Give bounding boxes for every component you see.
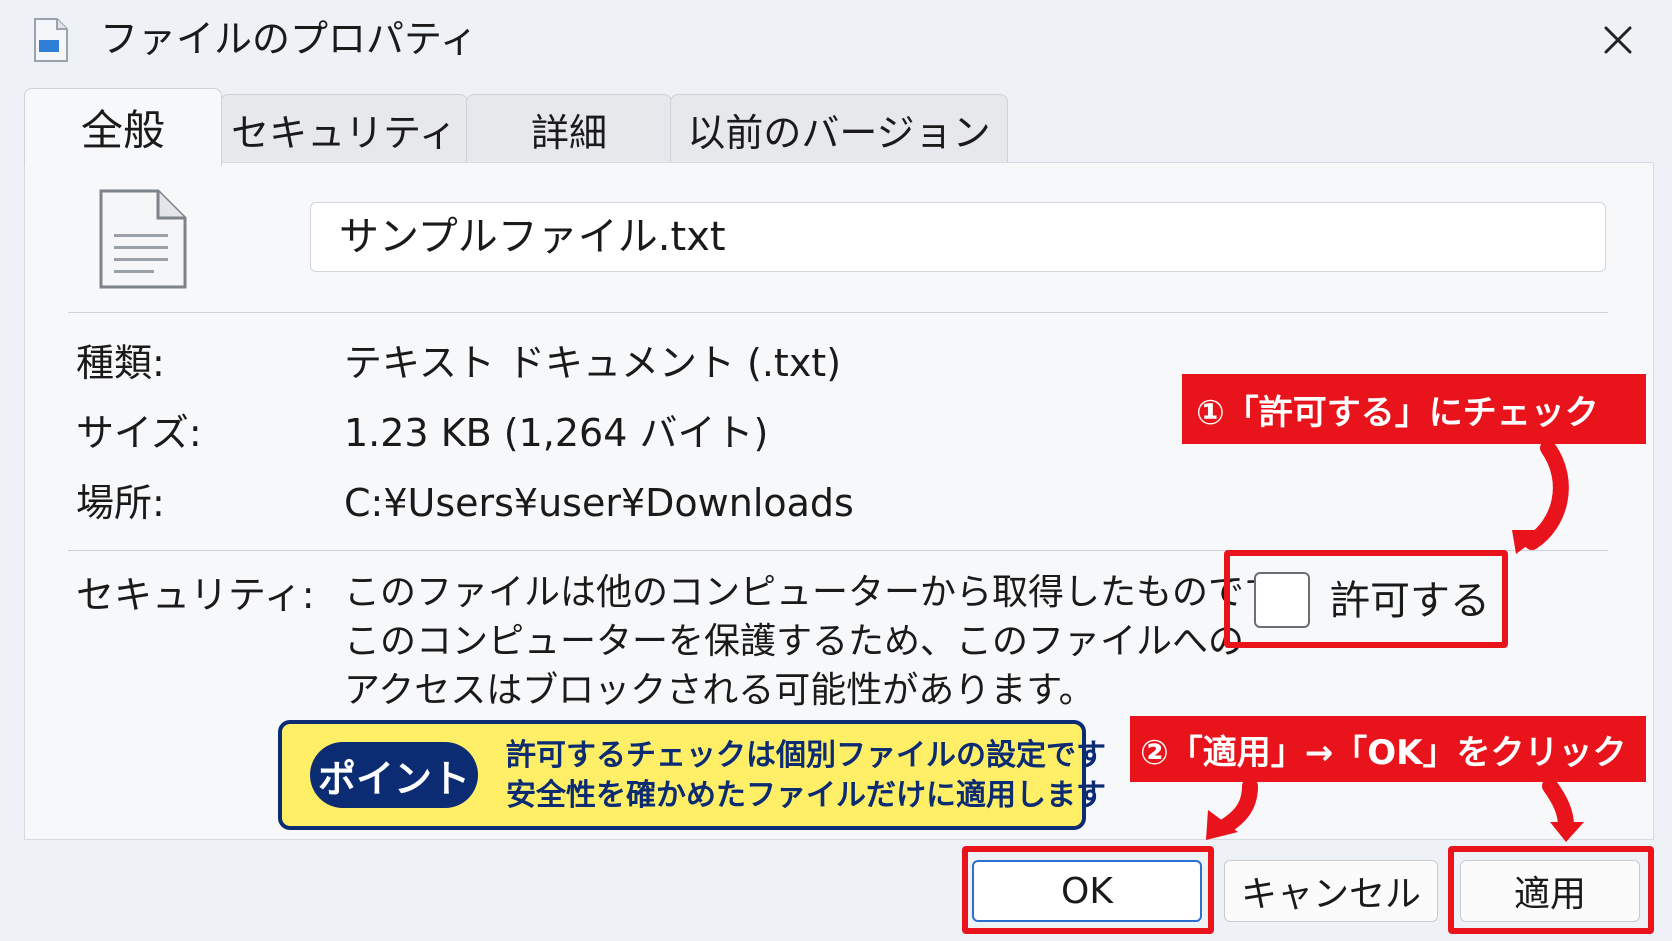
arrow-head <box>1550 822 1584 842</box>
arrow-step1 <box>1524 440 1569 550</box>
arrow-step2-ok <box>1218 778 1258 834</box>
arrow-step2-apply <box>1542 778 1574 834</box>
tab-general[interactable]: 全般 <box>24 88 222 166</box>
annotation-arrows <box>1206 440 1584 842</box>
